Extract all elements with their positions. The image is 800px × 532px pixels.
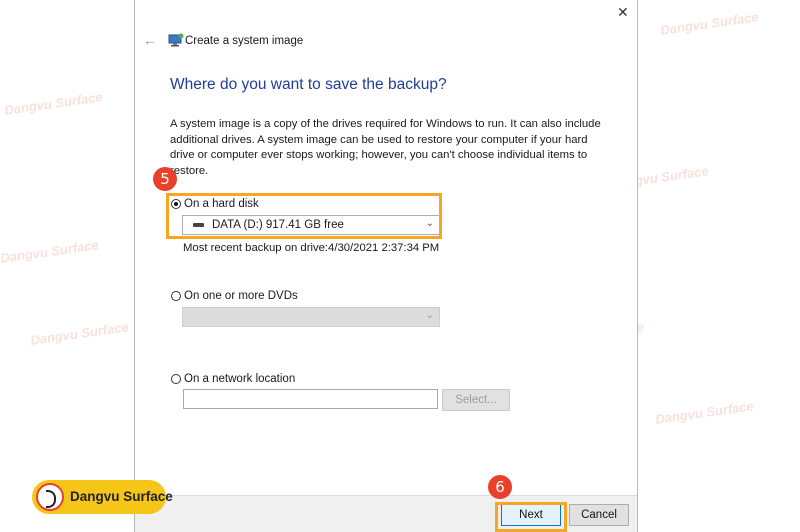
page-description: A system image is a copy of the drives r… (170, 118, 601, 177)
recent-backup-info: Most recent backup on drive:4/30/2021 2:… (183, 242, 440, 254)
watermark-text: Dangvu Surface (0, 237, 100, 266)
step5-badge: 5 (153, 167, 177, 191)
network-label: On a network location (184, 373, 296, 385)
system-image-icon (168, 33, 184, 47)
step6-highlight-box (495, 502, 567, 532)
network-radio[interactable] (171, 374, 181, 384)
logo-text: Dangvu Surface (70, 489, 173, 504)
watermark-text: Dangvu Surface (659, 9, 760, 38)
chevron-down-icon: ⌄ (425, 310, 434, 321)
watermark-text: Dangvu Surface (654, 398, 755, 427)
logo-icon (36, 483, 64, 511)
back-arrow-icon[interactable]: ← (143, 32, 157, 48)
dvd-label: On one or more DVDs (184, 290, 298, 302)
site-logo: Dangvu Surface (32, 480, 173, 514)
watermark-text: Dangvu Surface (3, 89, 104, 118)
window-title: Create a system image (185, 35, 304, 47)
page-heading: Where do you want to save the backup? (170, 76, 447, 93)
close-icon[interactable]: ✕ (617, 4, 629, 21)
system-image-dialog: ✕ ← Create a system image Where do you w… (134, 0, 638, 532)
watermark-text: Dangvu Surface (29, 319, 130, 348)
dvd-drive-select: ⌄ (182, 307, 440, 327)
network-path-input[interactable] (183, 389, 438, 409)
step5-highlight-box (166, 193, 442, 239)
step6-badge: 6 (488, 475, 512, 499)
cancel-button[interactable]: Cancel (569, 504, 629, 526)
select-network-button: Select... (442, 389, 510, 411)
dvd-radio[interactable] (171, 291, 181, 301)
